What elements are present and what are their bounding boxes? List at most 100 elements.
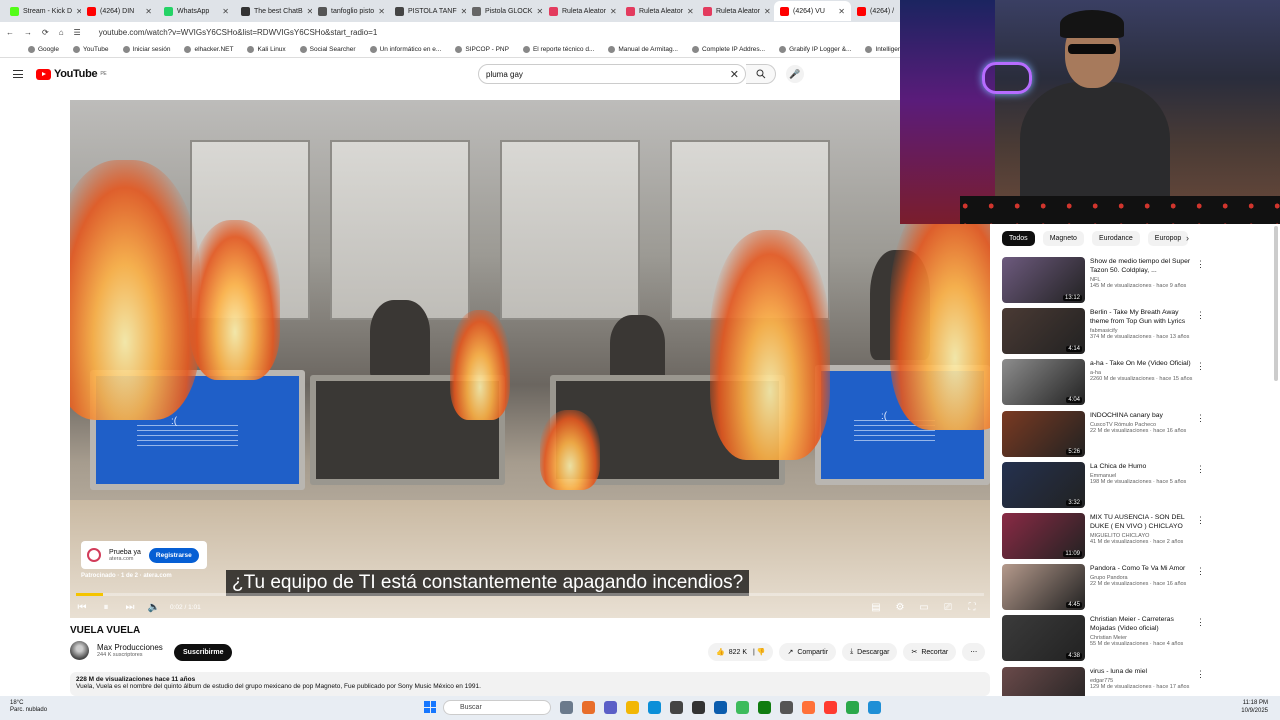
reload-icon[interactable]: ⟳ xyxy=(42,28,49,37)
more-actions-button[interactable]: ⋯ xyxy=(962,643,986,661)
browser-tab[interactable]: The best ChatB ✕ xyxy=(235,1,312,21)
related-video-item[interactable]: 13:12 Show de medio tiempo del Super Tazo… xyxy=(1002,257,1272,308)
close-tab-icon[interactable]: ✕ xyxy=(378,7,385,16)
pause-icon[interactable]: ⏸ xyxy=(94,602,118,613)
browser-tab[interactable]: tanfoglio pisto ✕ xyxy=(312,1,389,21)
browser-tab[interactable]: (4264) VU ✕ xyxy=(774,1,851,21)
copilot-icon[interactable] xyxy=(582,701,595,714)
related-video-item[interactable]: 11:09 MIX TU AUSENCIA - SON DEL DUKE ( EN… xyxy=(1002,512,1272,564)
fullscreen-icon[interactable]: ⛶ xyxy=(960,602,984,613)
chrome-icon[interactable] xyxy=(736,701,749,714)
close-tab-icon[interactable]: ✕ xyxy=(610,7,617,16)
related-title[interactable]: MIX TU AUSENCIA - SON DEL DUKE ( EN VIVO… xyxy=(1090,513,1195,531)
subscribe-button[interactable]: Suscribirme xyxy=(174,644,233,661)
more-vertical-icon[interactable]: ⋮ xyxy=(1196,617,1205,628)
search-button[interactable] xyxy=(746,64,776,84)
filter-chip[interactable]: Todos xyxy=(1002,231,1035,246)
voice-search-icon[interactable]: 🎤 xyxy=(786,65,804,83)
settings-gear-icon[interactable]: ⚙ xyxy=(888,602,912,613)
file-explorer-icon[interactable] xyxy=(626,701,639,714)
related-video-item[interactable]: 4:04 a-ha - Take On Me (Video Oficial) a-h… xyxy=(1002,359,1272,410)
url-field[interactable]: youtube.com/watch?v=WVIGsY6CSHo&list=RDW… xyxy=(99,28,378,37)
related-title[interactable]: Show de medio tiempo del Super Tazon 50.… xyxy=(1090,257,1195,275)
related-title[interactable]: INDOCHINA canary bay xyxy=(1090,411,1195,420)
related-title[interactable]: La Chica de Humo xyxy=(1090,462,1195,471)
bookmark-item[interactable]: Iniciar sesión xyxy=(123,46,171,53)
clip-button[interactable]: ✂ Recortar xyxy=(903,643,957,661)
menu-icon[interactable] xyxy=(13,70,23,78)
app-icon[interactable] xyxy=(780,701,793,714)
browser-tab[interactable]: (4264) DIN ✕ xyxy=(81,1,158,21)
channel-avatar[interactable] xyxy=(70,641,89,660)
related-video-item[interactable]: 4:38 Christian Meier - Carreteras Mojadas… xyxy=(1002,615,1272,666)
bookmark-item[interactable]: Complete IP Addres... xyxy=(692,46,765,53)
video-thumbnail[interactable]: 3:32 xyxy=(1002,461,1085,508)
related-title[interactable]: a-ha - Take On Me (Video Oficial) xyxy=(1090,359,1195,368)
theater-mode-icon[interactable]: ▭ xyxy=(912,602,936,613)
cast-icon[interactable]: ⎚ xyxy=(936,602,960,613)
forward-icon[interactable]: → xyxy=(24,28,32,37)
video-player[interactable]: :( :( Prueba ya atera.com Registrarse Pa… xyxy=(70,100,990,618)
bookmark-item[interactable]: Un informático en e... xyxy=(370,46,442,53)
close-tab-icon[interactable]: ✕ xyxy=(222,7,229,16)
more-vertical-icon[interactable]: ⋮ xyxy=(1196,361,1205,372)
volume-icon[interactable]: 🔈 xyxy=(142,602,166,613)
video-thumbnail[interactable]: 4:45 xyxy=(1002,564,1085,611)
related-video-item[interactable]: 5:26 INDOCHINA canary bay CuscoTV Rómulo P… xyxy=(1002,410,1272,462)
download-button[interactable]: ⤓ Descargar xyxy=(842,643,898,661)
description-box[interactable]: 228 M de visualizaciones hace 11 años Vu… xyxy=(70,672,990,696)
site-info-icon[interactable]: ☰ xyxy=(74,28,81,37)
vscode-icon[interactable] xyxy=(714,701,727,714)
youtube-logo[interactable]: YouTube PE xyxy=(36,68,107,80)
bookmark-item[interactable]: El reporte técnico d... xyxy=(523,46,594,53)
obs-icon[interactable] xyxy=(692,701,705,714)
related-title[interactable]: Pandora - Como Te Va Mi Amor xyxy=(1090,564,1195,573)
browser-tab[interactable]: PISTOLA TANF ✕ xyxy=(389,1,466,21)
browser-tab[interactable]: Ruleta Aleator ✕ xyxy=(697,1,774,21)
share-button[interactable]: ↗ Compartir xyxy=(779,643,837,661)
filter-chip[interactable]: Eurodance xyxy=(1091,231,1140,246)
related-title[interactable]: virus - luna de miel xyxy=(1090,667,1195,676)
bookmark-item[interactable]: Grabify IP Logger &... xyxy=(779,46,851,53)
scrollbar[interactable] xyxy=(1274,226,1278,381)
edge-icon[interactable] xyxy=(648,701,661,714)
store-icon[interactable] xyxy=(670,701,683,714)
register-button[interactable]: Registrarse xyxy=(148,547,199,563)
filter-chip[interactable]: Europop xyxy=(1147,231,1189,246)
video-thumbnail[interactable]: 4:04 xyxy=(1002,359,1085,406)
related-title[interactable]: Berlin - Take My Breath Away theme from … xyxy=(1090,308,1195,326)
opera-icon[interactable] xyxy=(824,701,837,714)
ad-card[interactable]: Prueba ya atera.com Registrarse xyxy=(81,541,207,569)
related-video-item[interactable]: 4:45 Pandora - Como Te Va Mi Amor Grupo Pa… xyxy=(1002,564,1272,615)
clear-search-icon[interactable]: ✕ xyxy=(730,68,739,81)
video-thumbnail[interactable]: 4:14 xyxy=(1002,308,1085,355)
previous-icon[interactable]: ⏮ xyxy=(70,602,94,613)
video-thumbnail[interactable]: 4:38 xyxy=(1002,615,1085,662)
more-vertical-icon[interactable]: ⋮ xyxy=(1196,515,1205,526)
system-clock[interactable]: 11:18 PM 10/9/2025 xyxy=(1241,700,1268,715)
taskbar-search[interactable]: Buscar xyxy=(443,700,551,715)
close-tab-icon[interactable]: ✕ xyxy=(687,7,694,16)
next-icon[interactable]: ⏭ xyxy=(118,602,142,613)
channel-name[interactable]: Max Producciones xyxy=(97,643,163,652)
related-video-item[interactable]: 4:14 Berlin - Take My Breath Away theme f… xyxy=(1002,308,1272,359)
weather-widget[interactable]: 18°C Parc. nublado xyxy=(10,700,47,714)
thumbs-down-icon[interactable]: | 👎 xyxy=(751,648,766,656)
close-tab-icon[interactable]: ✕ xyxy=(838,7,845,16)
browser-tab[interactable]: Pistola GLOCK ✕ xyxy=(466,1,543,21)
video-thumbnail[interactable]: 11:09 xyxy=(1002,512,1085,559)
bookmark-item[interactable]: elhacker.NET xyxy=(184,46,233,53)
video-thumbnail[interactable]: 5:26 xyxy=(1002,410,1085,457)
more-vertical-icon[interactable]: ⋮ xyxy=(1196,310,1205,321)
calculator-icon[interactable] xyxy=(868,701,881,714)
more-vertical-icon[interactable]: ⋮ xyxy=(1196,566,1205,577)
video-thumbnail[interactable]: 13:12 xyxy=(1002,257,1085,303)
more-vertical-icon[interactable]: ⋮ xyxy=(1196,464,1205,475)
browser-tab[interactable]: Ruleta Aleator ✕ xyxy=(543,1,620,21)
start-icon[interactable] xyxy=(424,701,436,713)
bookmark-item[interactable]: Kali Linux xyxy=(247,46,285,53)
chrome-alt-icon[interactable] xyxy=(846,701,859,714)
related-video-item[interactable]: 3:32 La Chica de Humo Emmanuel 198 M de vis… xyxy=(1002,461,1272,513)
teams-icon[interactable] xyxy=(604,701,617,714)
home-icon[interactable]: ⌂ xyxy=(59,28,64,37)
